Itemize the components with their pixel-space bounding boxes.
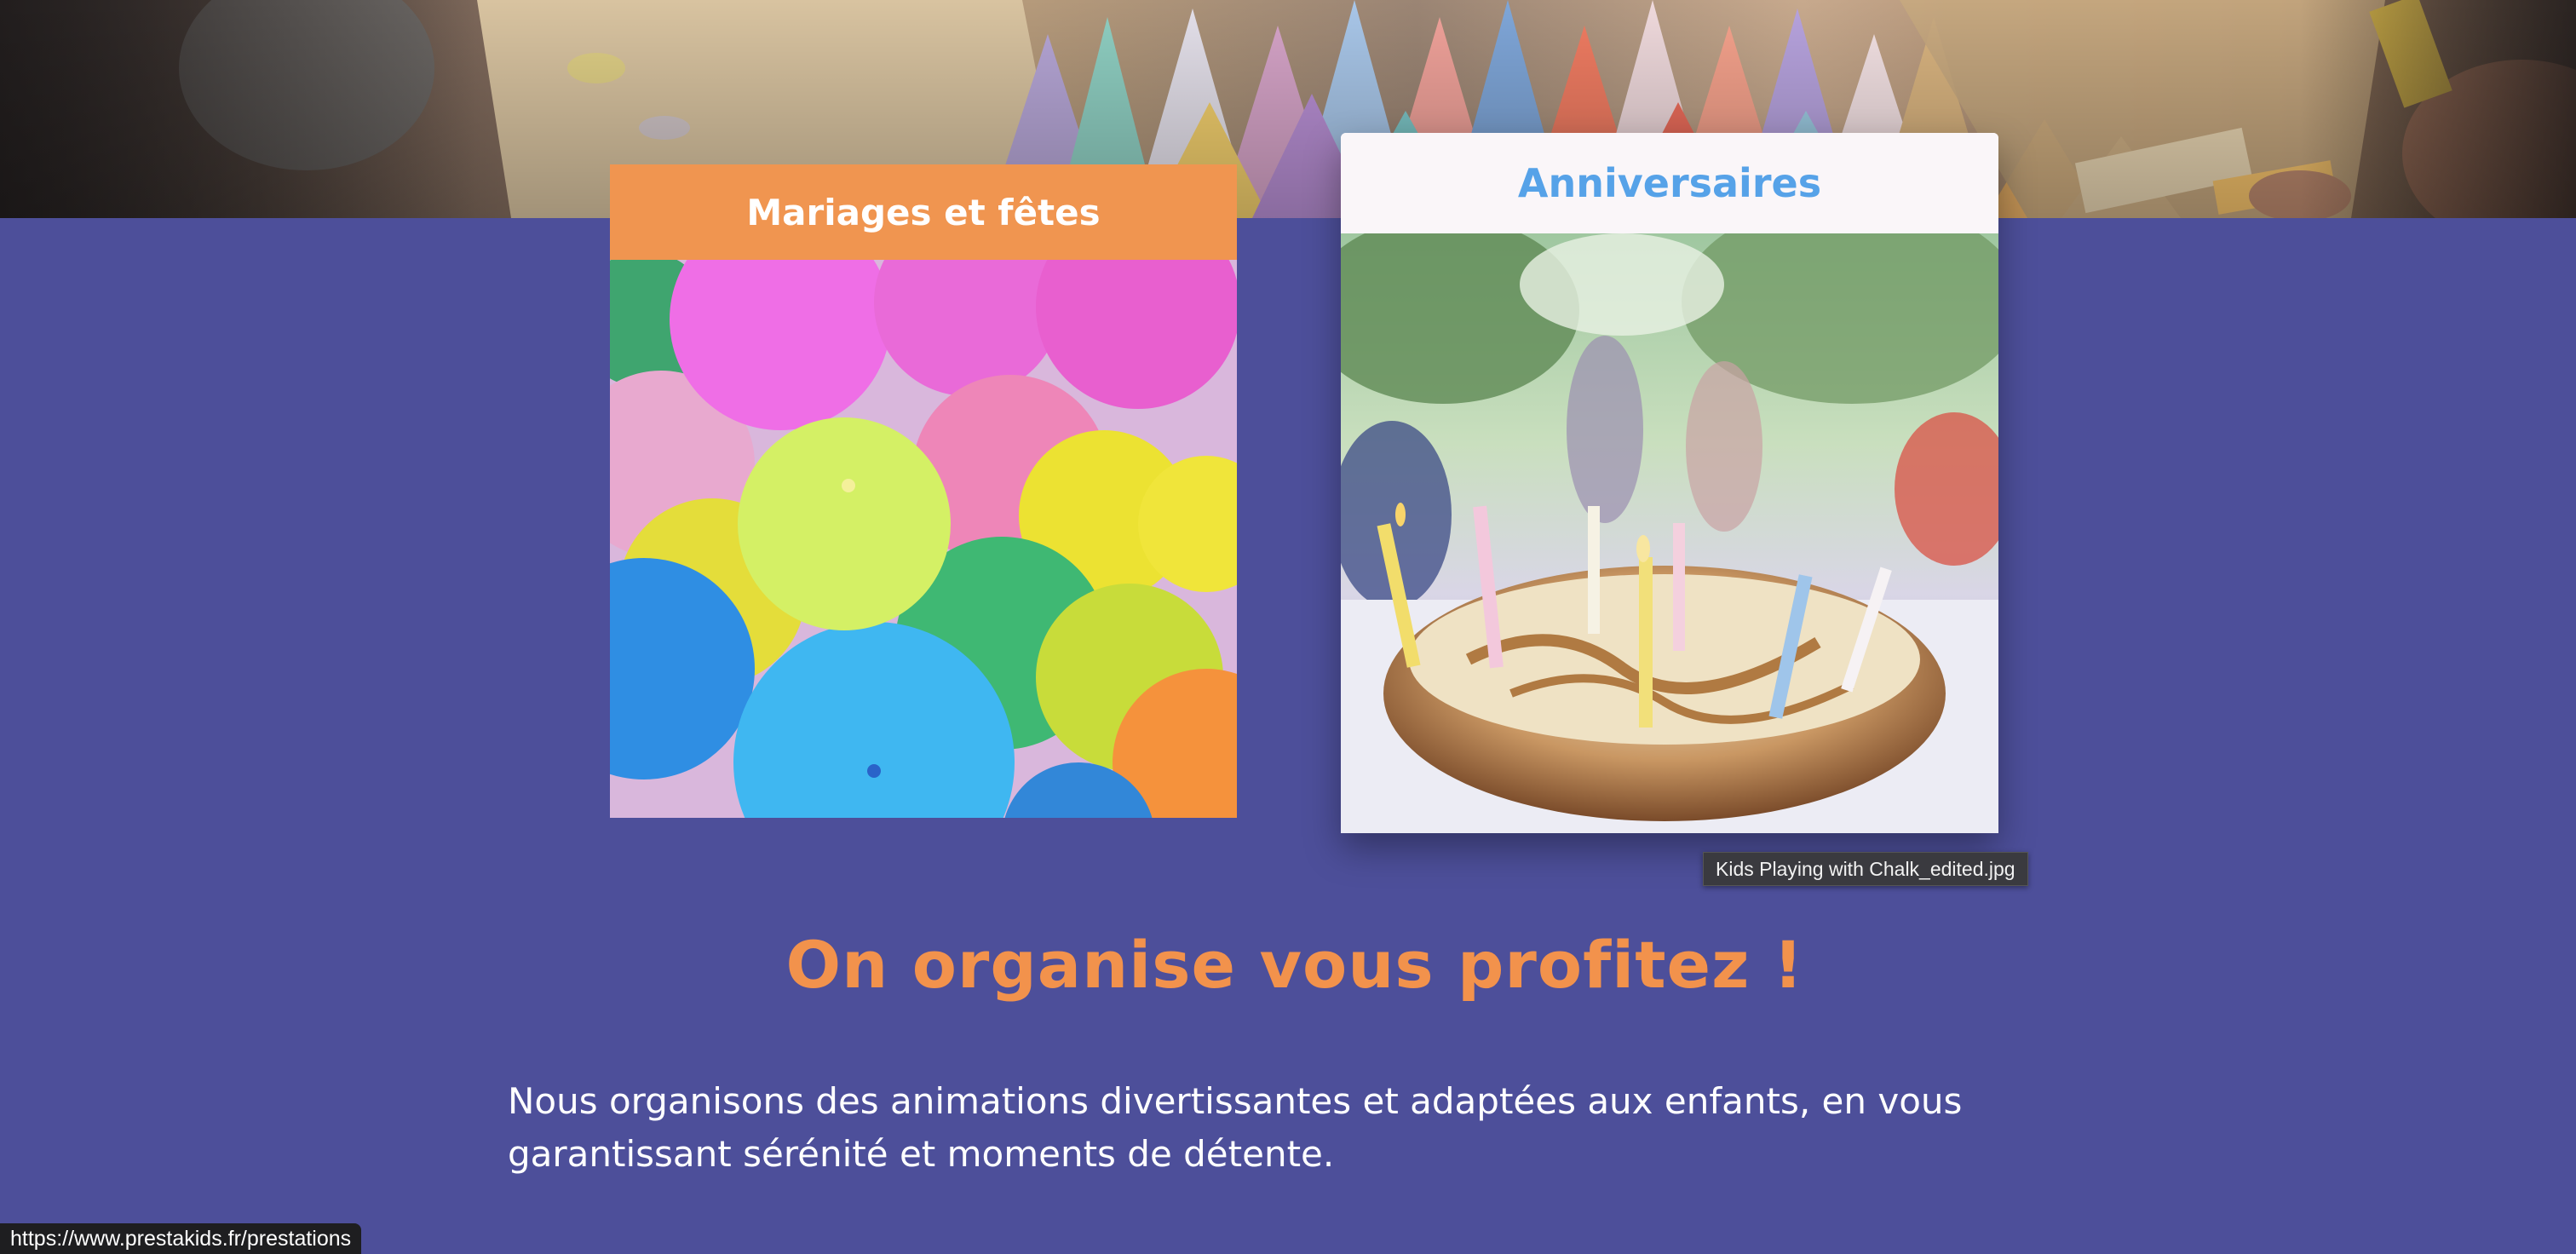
balloons-image[interactable] [610,260,1237,818]
section-headline: On organise vous profitez ! [785,927,1804,1003]
link-status-bar: https://www.prestakids.fr/prestations [0,1223,362,1254]
birthday-cake-image[interactable] [1341,233,1998,833]
chalk-illustration [0,0,2576,218]
paragraph-line-2: garantissant sérénité et moments de déte… [508,1133,1335,1175]
card-birthdays[interactable]: Anniversaires [1341,133,1998,833]
image-filename-tooltip: Kids Playing with Chalk_edited.jpg [1703,852,2028,886]
section-paragraph: Nous organisons des animations divertiss… [508,1075,2126,1181]
card-title-weddings[interactable]: Mariages et fêtes [610,164,1237,260]
card-weddings[interactable]: Mariages et fêtes [610,164,1237,818]
hero-chalk-image [0,0,2576,218]
paragraph-line-1: Nous organisons des animations divertiss… [508,1080,1963,1122]
card-title-birthdays[interactable]: Anniversaires [1341,133,1998,233]
